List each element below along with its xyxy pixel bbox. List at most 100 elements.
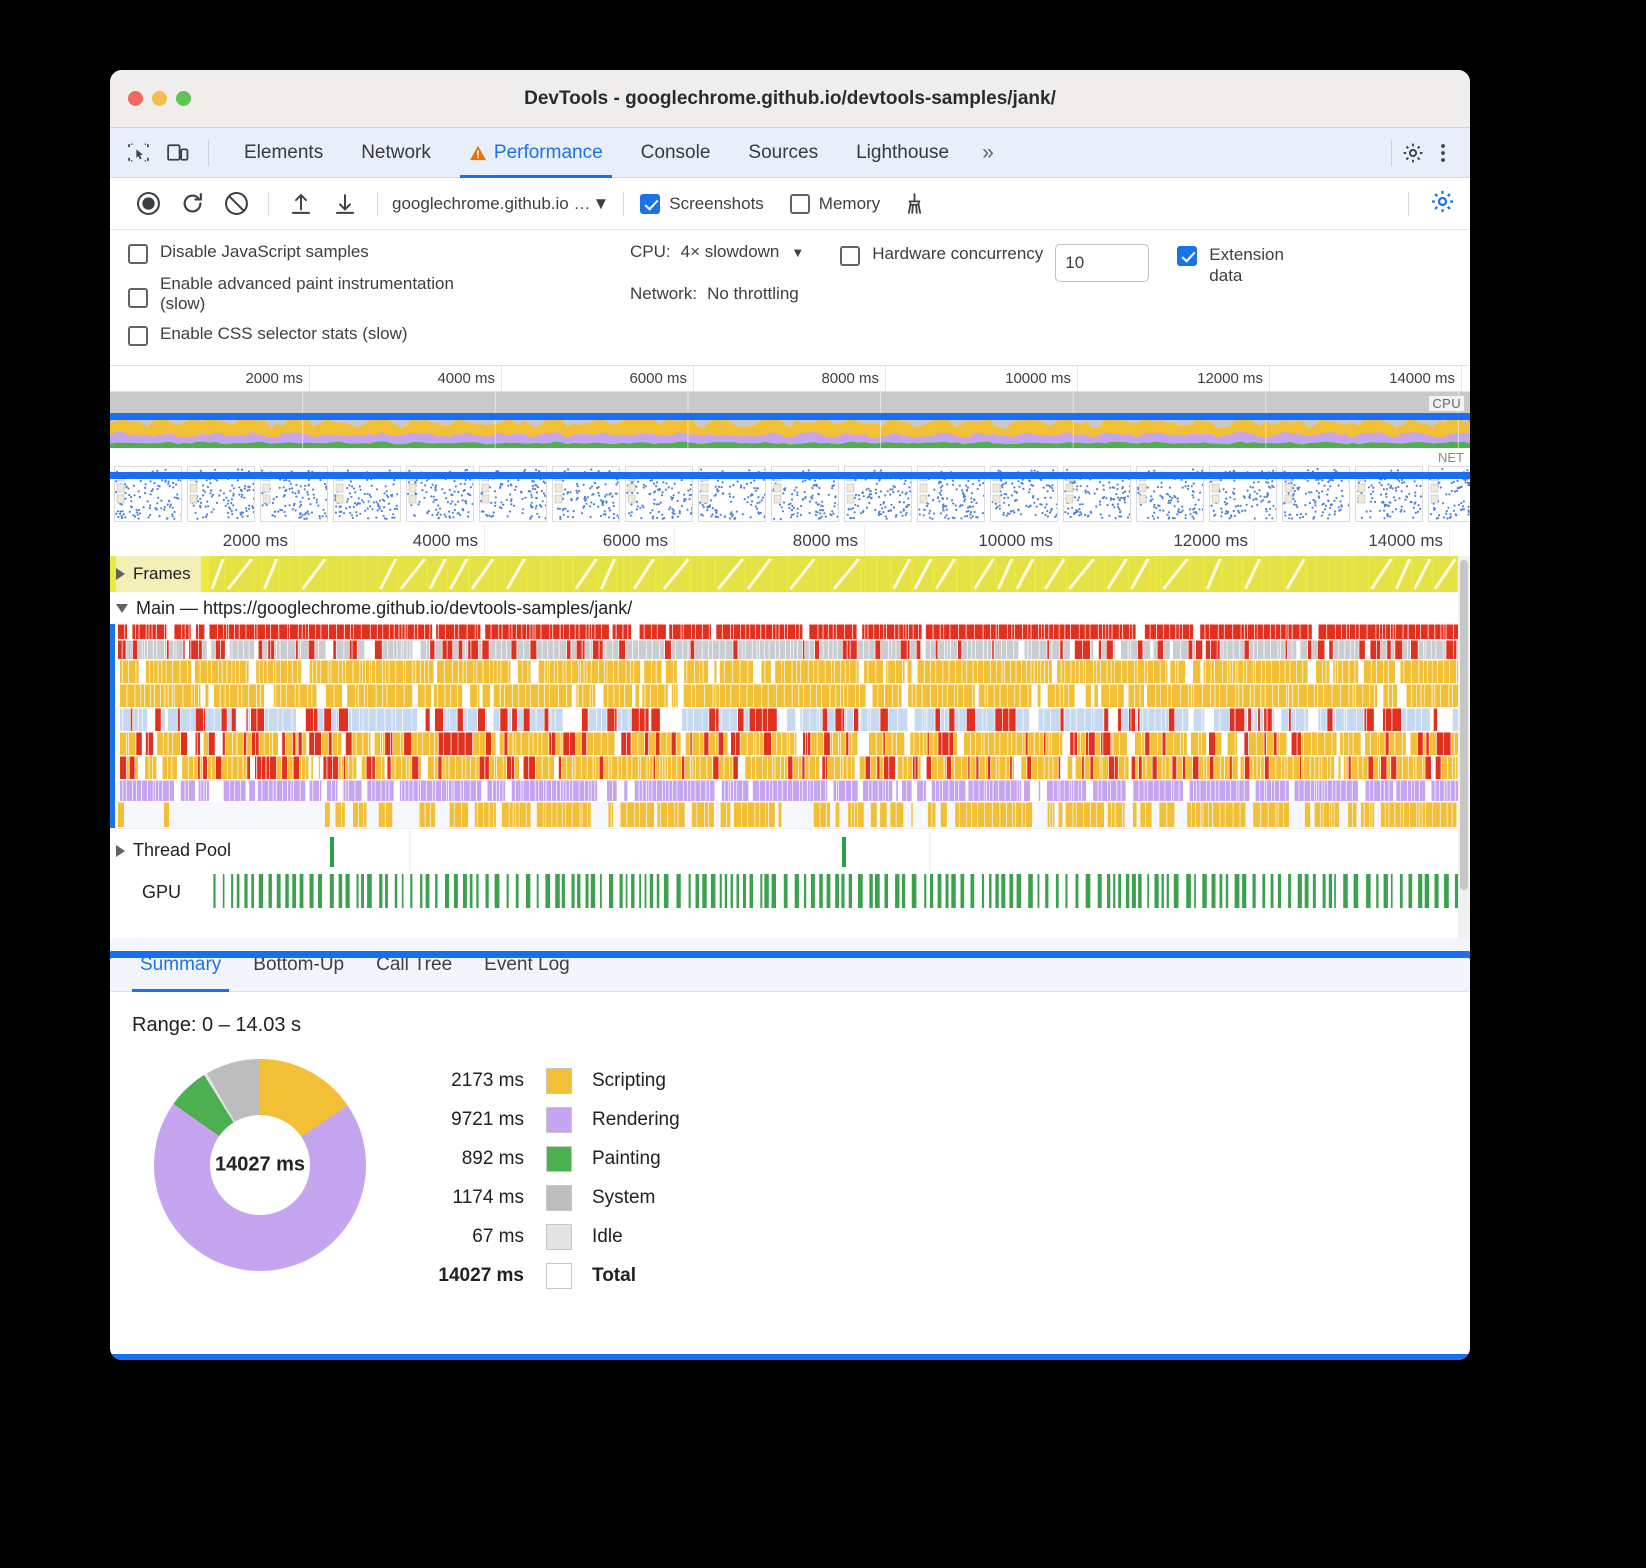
extension-data-checkbox[interactable]: Extension data xyxy=(1177,244,1321,287)
legend-row[interactable]: 9721 msRendering xyxy=(410,1100,680,1139)
kebab-menu-icon[interactable] xyxy=(1430,140,1456,166)
tab-performance[interactable]: Performance xyxy=(450,128,622,178)
filmstrip-thumbnail[interactable] xyxy=(698,466,766,522)
disable-js-samples-checkbox[interactable]: Disable JavaScript samples xyxy=(128,242,580,264)
tab-summary[interactable]: Summary xyxy=(124,938,237,992)
filmstrip-thumbnail[interactable] xyxy=(114,466,182,522)
filmstrip-thumbnail[interactable] xyxy=(990,466,1058,522)
screenshots-checkbox-box[interactable] xyxy=(640,194,660,214)
filmstrip-thumbnail[interactable] xyxy=(1355,466,1423,522)
overview-time-ruler: 2000 ms 4000 ms 6000 ms 8000 ms 10000 ms… xyxy=(110,366,1470,392)
summary-donut-chart[interactable]: 14027 ms xyxy=(154,1059,366,1271)
extension-data-checkbox-box[interactable] xyxy=(1177,246,1197,266)
track-main-rows[interactable] xyxy=(110,624,1470,828)
memory-checkbox[interactable]: Memory xyxy=(790,194,880,214)
tab-lighthouse[interactable]: Lighthouse xyxy=(837,128,968,178)
flame-row[interactable] xyxy=(110,756,1470,780)
filmstrip-thumbnail[interactable] xyxy=(1063,466,1131,522)
hardware-concurrency-input[interactable]: 10 xyxy=(1055,244,1149,282)
window-controls[interactable] xyxy=(128,91,191,106)
flame-row[interactable] xyxy=(110,624,1470,640)
device-toolbar-icon[interactable] xyxy=(165,140,190,165)
flame-row[interactable] xyxy=(110,660,1470,684)
tab-console[interactable]: Console xyxy=(622,128,730,178)
record-button[interactable] xyxy=(126,182,170,226)
tab-bottom-up[interactable]: Bottom-Up xyxy=(237,938,360,992)
flame-row[interactable] xyxy=(110,780,1470,802)
track-main-header-inner[interactable]: Main — https://googlechrome.github.io/de… xyxy=(116,592,642,624)
cpu-throttling-dropdown[interactable]: 4× slowdown ▼ xyxy=(681,242,805,262)
filmstrip-thumbnail[interactable] xyxy=(1428,466,1470,522)
tab-network[interactable]: Network xyxy=(342,128,450,178)
capture-settings-gear-icon[interactable] xyxy=(1429,188,1456,220)
save-profile-icon[interactable] xyxy=(323,182,367,226)
advanced-paint-checkbox[interactable]: Enable advanced paint instrumentation (s… xyxy=(128,274,580,314)
css-selector-stats-checkbox-box[interactable] xyxy=(128,326,148,346)
filmstrip[interactable] xyxy=(110,462,1470,526)
settings-gear-icon[interactable] xyxy=(1400,140,1426,166)
memory-checkbox-box[interactable] xyxy=(790,194,810,214)
filmstrip-thumbnail[interactable] xyxy=(844,466,912,522)
screenshots-checkbox[interactable]: Screenshots xyxy=(640,194,764,214)
filmstrip-thumbnail[interactable] xyxy=(771,466,839,522)
flame-row[interactable] xyxy=(110,732,1470,756)
tab-event-log[interactable]: Event Log xyxy=(468,938,586,992)
filmstrip-thumbnail[interactable] xyxy=(1282,466,1350,522)
filmstrip-thumbnail[interactable] xyxy=(917,466,985,522)
filmstrip-thumbnail[interactable] xyxy=(1209,466,1277,522)
maximize-window-button[interactable] xyxy=(176,91,191,106)
network-throttling-value[interactable]: No throttling xyxy=(707,284,799,304)
inspect-element-icon[interactable] xyxy=(126,140,151,165)
close-window-button[interactable] xyxy=(128,91,143,106)
timeline-tick: 8000 ms xyxy=(675,526,865,556)
clear-recording-button[interactable] xyxy=(214,182,258,226)
filmstrip-thumbnail[interactable] xyxy=(1136,466,1204,522)
recording-selector-dropdown[interactable]: googlechrome.github.io … ▼ xyxy=(388,194,613,214)
legend-row[interactable]: 67 msIdle xyxy=(410,1217,680,1256)
more-tabs-icon[interactable]: » xyxy=(968,141,1008,165)
filmstrip-thumbnail[interactable] xyxy=(552,466,620,522)
flame-row[interactable] xyxy=(110,708,1470,732)
flame-row[interactable] xyxy=(110,684,1470,708)
legend-row[interactable]: 14027 msTotal xyxy=(410,1256,680,1295)
css-selector-stats-checkbox[interactable]: Enable CSS selector stats (slow) xyxy=(128,324,580,346)
cpu-overview-graph[interactable]: CPU xyxy=(110,392,1470,448)
warning-triangle-icon xyxy=(469,145,487,161)
timeline-tick: 6000 ms xyxy=(485,526,675,556)
chevron-right-icon xyxy=(116,568,125,580)
tracks-scrollbar[interactable] xyxy=(1458,556,1470,938)
track-main-header[interactable]: Main — https://googlechrome.github.io/de… xyxy=(110,592,1470,624)
disable-js-samples-checkbox-box[interactable] xyxy=(128,244,148,264)
track-thread-pool[interactable]: Thread Pool xyxy=(110,828,1470,872)
load-profile-icon[interactable] xyxy=(279,182,323,226)
tab-call-tree[interactable]: Call Tree xyxy=(360,938,468,992)
legend-row[interactable]: 2173 msScripting xyxy=(410,1061,680,1100)
reload-and-record-button[interactable] xyxy=(170,182,214,226)
advanced-paint-checkbox-box[interactable] xyxy=(128,288,148,308)
track-frames-header[interactable]: Frames xyxy=(116,556,201,592)
legend-row[interactable]: 892 msPainting xyxy=(410,1139,680,1178)
filmstrip-thumbnail[interactable] xyxy=(187,466,255,522)
filmstrip-thumbnail[interactable] xyxy=(406,466,474,522)
legend-row[interactable]: 1174 msSystem xyxy=(410,1178,680,1217)
tab-sources[interactable]: Sources xyxy=(729,128,837,178)
flame-row[interactable] xyxy=(110,640,1470,660)
hardware-concurrency-checkbox-box[interactable] xyxy=(840,246,860,266)
flame-chart-tracks[interactable]: Frames Main — https://googlechrome.githu… xyxy=(110,556,1470,938)
network-overview-strip[interactable]: NET xyxy=(110,448,1470,462)
collect-garbage-broom-icon[interactable] xyxy=(892,182,936,226)
track-frames[interactable]: Frames xyxy=(110,556,1470,592)
filmstrip-thumbnail[interactable] xyxy=(333,466,401,522)
flame-row[interactable] xyxy=(110,802,1470,828)
tab-elements[interactable]: Elements xyxy=(225,128,342,178)
minimize-window-button[interactable] xyxy=(152,91,167,106)
filmstrip-thumbnail[interactable] xyxy=(260,466,328,522)
filmstrip-thumbnail[interactable] xyxy=(625,466,693,522)
filmstrip-thumbnail[interactable] xyxy=(479,466,547,522)
hardware-concurrency-checkbox[interactable]: Hardware concurrency xyxy=(840,244,1043,266)
tab-label: Event Log xyxy=(484,954,570,975)
track-gpu[interactable]: GPU xyxy=(110,872,1470,912)
track-thread-pool-header[interactable]: Thread Pool xyxy=(116,829,241,872)
track-gpu-header[interactable]: GPU xyxy=(116,872,191,912)
tracks-scrollbar-thumb[interactable] xyxy=(1460,560,1468,890)
